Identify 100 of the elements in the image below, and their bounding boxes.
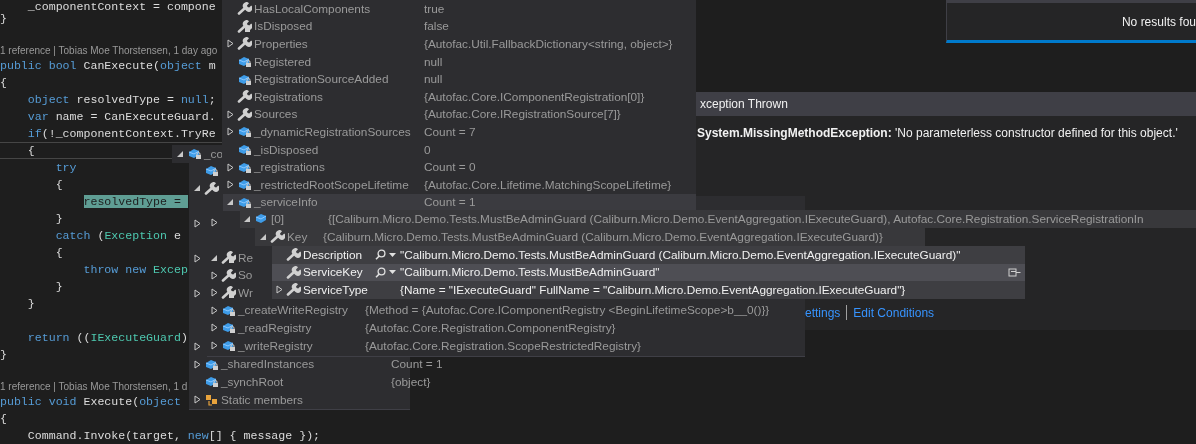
variable-name: _restrictedRootScopeLifetime (254, 177, 409, 192)
expanded-arrow-icon[interactable] (210, 253, 218, 262)
caret-icon[interactable] (389, 252, 396, 257)
variable-name: _readRegistry (238, 320, 312, 335)
code-lens-text[interactable]: 1 reference | Tobias Moe Thorstensen, 1 d (0, 381, 188, 392)
exception-title: xception Thrown (700, 97, 788, 111)
expanded-arrow-icon[interactable] (259, 232, 267, 241)
variable-name: [0] (271, 211, 285, 226)
collapsed-arrow-icon[interactable] (210, 323, 218, 333)
variable-name: _dynamicRegistrationSources (254, 124, 411, 139)
variable-name: Key (287, 229, 308, 244)
code-line: public bool CanExecute(object m (0, 58, 216, 73)
variable-value: Count = 1 (391, 357, 443, 372)
variable-name: HasLocalComponents (254, 1, 371, 16)
variable-name: _writeRegistry (238, 338, 313, 353)
variable-name: Registered (254, 54, 312, 69)
code-line: { (26, 143, 35, 158)
expanded-arrow-icon[interactable] (176, 149, 184, 158)
variable-name: Wr (238, 285, 253, 300)
exception-link[interactable]: Edit Conditions (853, 305, 935, 320)
search-icon[interactable] (375, 249, 386, 261)
collapsed-arrow-icon[interactable] (193, 219, 201, 229)
variable-value: {Method = {Autofac.Core.IComponentRegistry <BeginLifetimeScope>b__0()}} (365, 303, 770, 318)
code-line: } (54, 211, 63, 226)
variable-value: {Caliburn.Micro.Demo.Tests.MustBeAdminGuard (Caliburn.Micro.Demo.EventAggregation.IExecuteGuard)} (323, 229, 883, 244)
collapsed-arrow-icon[interactable] (226, 162, 234, 172)
code-line: if(!_componentContext.TryRe (26, 126, 216, 141)
code-line: object resolvedType = null; (26, 92, 216, 107)
variable-value: "Caliburn.Micro.Demo.Tests.MustBeAdminGuard" (400, 265, 660, 280)
variable-value: null (424, 54, 443, 69)
variable-value: {Name = "IExecuteGuard" FullName = "Caliburn.Micro.Demo.EventAggregation.IExecuteGuard"} (400, 283, 906, 297)
collapsed-arrow-icon[interactable] (193, 289, 201, 299)
variable-name: Description (303, 247, 362, 262)
variable-name: IsDisposed (254, 19, 313, 34)
code-line: { (54, 177, 63, 192)
variable-value: true (424, 1, 445, 16)
collapsed-arrow-icon[interactable] (193, 342, 201, 352)
search-icon[interactable] (375, 266, 386, 278)
collapsed-arrow-icon[interactable] (193, 395, 201, 404)
collapsed-arrow-icon[interactable] (210, 288, 218, 298)
selected-row-highlight[interactable] (272, 263, 1025, 282)
collapsed-arrow-icon[interactable] (210, 305, 218, 315)
variable-name: _registrations (254, 160, 325, 175)
variable-value: {Autofac.Core.Registration.ComponentRegistry} (365, 320, 616, 335)
variable-name: _sharedInstances (221, 357, 315, 372)
exception-link[interactable]: ettings (805, 305, 841, 320)
variable-name: So (238, 268, 253, 283)
code-line: var name = CanExecuteGuard. (26, 109, 216, 124)
variable-name: Static members (221, 392, 303, 407)
code-line: try (54, 160, 77, 175)
variable-name: Properties (254, 37, 308, 51)
variable-value: {Autofac.Core.IRegistrationSource[7]} (424, 107, 621, 122)
no-results-text: No results fou (1121, 14, 1196, 29)
collapsed-arrow-icon[interactable] (210, 270, 218, 280)
variable-value: {object} (391, 374, 431, 389)
variable-value: {[Caliburn.Micro.Demo.Tests.MustBeAdminGuard (Caliburn.Micro.Demo.EventAggregation.IExecuteGuard), Autofac.Core.Registration.ServiceRegistrationIn (328, 211, 1144, 226)
collapsed-arrow-icon[interactable] (226, 127, 234, 137)
variable-value: Count = 7 (424, 124, 476, 139)
code-line: } (26, 296, 35, 311)
code-line: { (54, 245, 63, 260)
exception-message: System.MissingMethodException: 'No parameterless constructor defined for this object.' (697, 126, 1179, 140)
variable-name: _synchRoot (221, 374, 284, 389)
variable-name: Registrations (254, 89, 323, 104)
variable-value: "Caliburn.Micro.Demo.Tests.MustBeAdminGuard (Caliburn.Micro.Demo.EventAggregation.IExecuteGuard)" (400, 247, 961, 262)
variable-name: ServiceType (303, 283, 368, 297)
code-line: public void Execute(object (0, 394, 181, 409)
code-lens-text[interactable]: 1 reference | Tobias Moe Thorstensen, 1 day ago (0, 45, 218, 56)
variable-value: Count = 1 (424, 195, 476, 210)
variable-name: RegistrationSourceAdded (254, 72, 389, 87)
collapsed-arrow-icon[interactable] (193, 359, 201, 369)
collapsed-arrow-icon[interactable] (210, 217, 218, 227)
variable-value: {Autofac.Core.IComponentRegistration[0]} (424, 89, 645, 104)
expanded-arrow-icon[interactable] (226, 198, 234, 207)
collapsed-arrow-icon[interactable] (193, 254, 201, 264)
code-line: catch (Exception e (54, 228, 181, 243)
variable-value: {Autofac.Core.Registration.ScopeRestrictedRegistry} (365, 338, 642, 353)
expanded-arrow-icon[interactable] (243, 214, 251, 223)
collapsed-arrow-icon[interactable] (226, 180, 234, 190)
variable-name: _co (204, 146, 224, 161)
code-line: { (0, 75, 7, 90)
code-line: Command.Invoke(target, new[] { message }); (26, 428, 321, 443)
code-line: } (0, 347, 7, 362)
pin-icon[interactable] (1008, 267, 1021, 277)
code-line: _componentContext = compone (26, 0, 216, 14)
expanded-arrow-icon[interactable] (193, 184, 201, 193)
code-line: { (0, 411, 7, 426)
collapsed-arrow-icon[interactable] (275, 285, 283, 295)
variable-value: Count = 0 (424, 160, 476, 175)
caret-icon[interactable] (389, 270, 396, 275)
variable-name: _serviceInfo (254, 195, 318, 210)
selected-row-highlight[interactable] (223, 193, 696, 212)
collapsed-arrow-icon[interactable] (210, 341, 218, 351)
variable-value: 0 (424, 142, 431, 157)
variable-name: _isDisposed (254, 142, 319, 157)
code-line: throw new Excep (82, 262, 188, 277)
code-line: return ((IExecuteGuard) (26, 330, 188, 345)
variable-name: ServiceKey (303, 265, 363, 280)
collapsed-arrow-icon[interactable] (226, 109, 234, 119)
collapsed-arrow-icon[interactable] (226, 39, 234, 49)
variable-name: _createWriteRegistry (238, 303, 348, 318)
